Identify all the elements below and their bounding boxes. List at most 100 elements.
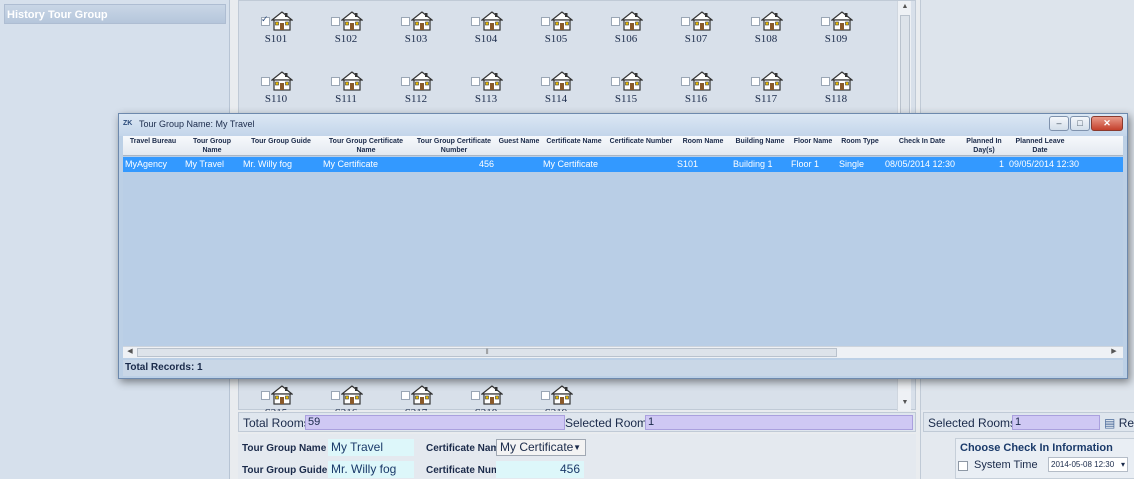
scrollbar-thumb[interactable]: ⦀ (137, 348, 837, 357)
column-header[interactable]: Tour Group Certificate Name (321, 136, 411, 156)
room-checkbox[interactable] (821, 77, 830, 86)
column-header[interactable]: Planned In Day(s) (961, 136, 1007, 156)
room-checkbox[interactable] (331, 17, 340, 26)
room-tile[interactable]: S101 (239, 5, 299, 55)
sidebar-item-history-tour-group[interactable]: History Tour Group (4, 4, 226, 24)
house-icon (340, 71, 364, 91)
room-checkbox[interactable] (331, 77, 340, 86)
room-checkbox[interactable] (331, 391, 340, 400)
room-tile[interactable]: S112 (379, 65, 439, 115)
table-cell: Single (839, 159, 865, 169)
table-row[interactable]: MyAgency My Travel Mr. Willy fog My Certifi… (123, 157, 1123, 172)
room-tile[interactable]: S106 (589, 5, 649, 55)
room-tile[interactable]: S114 (519, 65, 579, 115)
column-header[interactable]: Certificate Name (541, 136, 607, 156)
column-header[interactable]: Planned Leave Date (1007, 136, 1073, 156)
room-tile[interactable]: S117 (729, 65, 789, 115)
room-checkbox[interactable] (681, 77, 690, 86)
room-tile[interactable]: S115 (589, 65, 649, 115)
house-icon (410, 71, 434, 91)
room-tile[interactable]: S118 (799, 65, 859, 115)
room-checkbox[interactable] (821, 17, 830, 26)
system-time-checkbox[interactable] (958, 461, 968, 471)
column-header[interactable]: Tour Group Guide (241, 136, 321, 156)
room-checkbox[interactable] (471, 77, 480, 86)
column-header[interactable]: Tour Group Name (183, 136, 241, 156)
scrollbar-thumb[interactable] (900, 15, 910, 115)
room-checkbox[interactable] (541, 77, 550, 86)
room-checkbox[interactable] (471, 17, 480, 26)
window-titlebar[interactable]: ZK Tour Group Name: My Travel – □ ✕ (119, 114, 1127, 136)
room-tile[interactable]: S113 (449, 65, 509, 115)
scroll-down-icon[interactable]: ▼ (900, 399, 910, 409)
room-label: S106 (614, 33, 638, 45)
house-icon (270, 11, 294, 31)
column-header[interactable]: Guest Name (497, 136, 541, 156)
room-checkbox[interactable] (611, 77, 620, 86)
close-button[interactable]: ✕ (1091, 116, 1123, 131)
tour-group-window: ZK Tour Group Name: My Travel – □ ✕ Trav… (118, 113, 1128, 379)
house-icon (830, 11, 854, 31)
room-label: S115 (614, 93, 638, 105)
system-time-datepicker[interactable]: 2014-05-08 12:30 ▾ (1048, 457, 1128, 472)
scroll-right-icon[interactable]: ▶ (1109, 347, 1119, 358)
grid-horizontal-scrollbar[interactable]: ◀ ⦀ ▶ (123, 346, 1123, 358)
house-icon (340, 11, 364, 31)
column-header[interactable]: Floor Name (789, 136, 837, 156)
column-header[interactable]: Travel Bureau (123, 136, 183, 156)
room-checkbox[interactable] (471, 391, 480, 400)
room-tile[interactable]: S109 (799, 5, 859, 55)
room-tile[interactable]: S105 (519, 5, 579, 55)
room-checkbox[interactable] (541, 391, 550, 400)
room-checkbox[interactable] (401, 17, 410, 26)
room-totals-bar: Total Rooms 59 Selected Rooms 1 (238, 412, 916, 432)
column-header[interactable]: Building Name (731, 136, 789, 156)
certificate-number-field[interactable]: 456 (496, 461, 584, 478)
room-checkbox[interactable] (261, 14, 270, 26)
house-icon (550, 71, 574, 91)
room-label: S102 (334, 33, 358, 45)
reserve-button[interactable]: ▤ Reserve (1104, 416, 1134, 430)
room-tile[interactable]: S111 (309, 65, 369, 115)
room-checkbox[interactable] (751, 17, 760, 26)
room-checkbox[interactable] (541, 17, 550, 26)
room-tile[interactable]: S216 (309, 379, 369, 411)
room-tile[interactable]: S102 (309, 5, 369, 55)
room-checkbox[interactable] (401, 77, 410, 86)
room-checkbox[interactable] (401, 391, 410, 400)
house-icon (270, 71, 294, 91)
table-cell: MyAgency (125, 159, 168, 169)
scroll-up-icon[interactable]: ▲ (900, 3, 910, 13)
room-tile[interactable]: S219 (519, 379, 579, 411)
column-header[interactable]: Check In Date (883, 136, 961, 156)
room-checkbox[interactable] (261, 77, 270, 86)
room-tile[interactable]: S218 (449, 379, 509, 411)
scroll-left-icon[interactable]: ◀ (125, 347, 135, 358)
room-checkbox[interactable] (751, 77, 760, 86)
room-label: S111 (335, 93, 357, 105)
room-checkbox[interactable] (611, 17, 620, 26)
room-label: S118 (824, 93, 848, 105)
room-tile[interactable]: S104 (449, 5, 509, 55)
certificate-name-select[interactable]: My Certificate ▼ (496, 439, 586, 456)
tour-group-guide-field[interactable]: Mr. Willy fog (328, 461, 414, 478)
column-header[interactable]: Room Name (675, 136, 731, 156)
maximize-button[interactable]: □ (1070, 116, 1090, 131)
room-tile[interactable]: S116 (659, 65, 719, 115)
zk-logo-icon: ZK (123, 120, 133, 127)
tour-group-name-field[interactable]: My Travel (328, 439, 414, 456)
room-tile[interactable]: S108 (729, 5, 789, 55)
room-tile[interactable]: S107 (659, 5, 719, 55)
room-tile[interactable]: S110 (239, 65, 299, 115)
column-header[interactable]: Certificate Number (607, 136, 675, 156)
column-header[interactable]: Room Type (837, 136, 883, 156)
room-tile[interactable]: S215 (239, 379, 299, 411)
room-tile[interactable]: S217 (379, 379, 439, 411)
room-tile[interactable]: S103 (379, 5, 439, 55)
column-header[interactable]: Tour Group Certificate Number (411, 136, 497, 156)
minimize-button[interactable]: – (1049, 116, 1069, 131)
reserve-icon: ▤ (1104, 416, 1116, 430)
room-checkbox[interactable] (681, 17, 690, 26)
room-label: S103 (404, 33, 428, 45)
room-checkbox[interactable] (261, 391, 270, 400)
